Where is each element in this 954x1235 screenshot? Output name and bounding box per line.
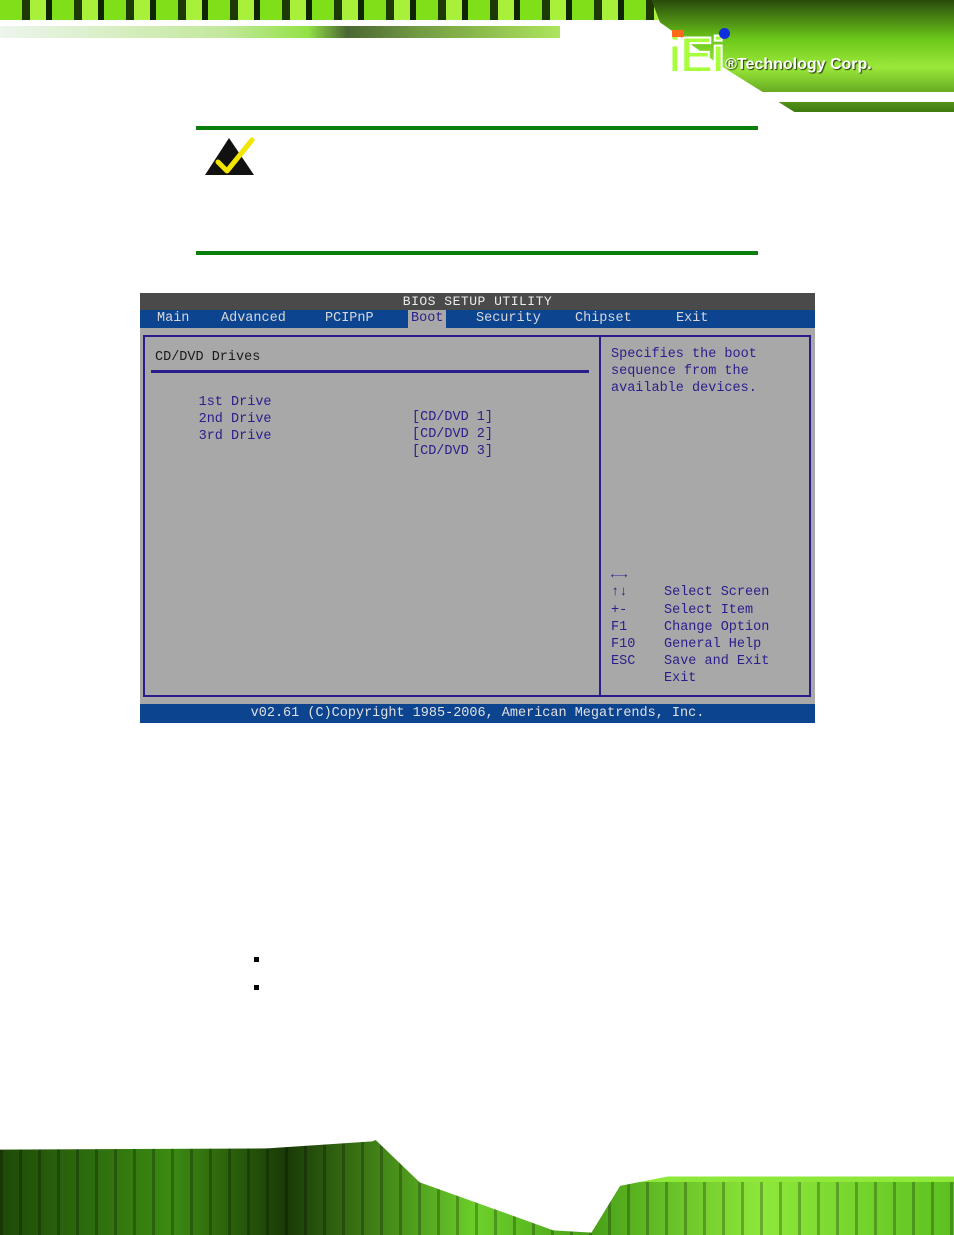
note-checkmark-icon: [205, 137, 255, 175]
bios-help-panel: Specifies the boot sequence from the ava…: [599, 335, 811, 697]
setting-row-3rd-drive[interactable]: 3rd Drive [CD/DVD 3]: [150, 414, 493, 474]
logo-text: ®Technology Corp.: [725, 56, 872, 73]
logo-orange-dot: [672, 30, 684, 37]
bullet-icon: [254, 957, 259, 962]
logo-blue-dot: [719, 28, 730, 39]
bios-settings-panel: CD/DVD Drives 1st Drive [CD/DVD 1] 2nd D…: [143, 335, 601, 697]
setting-label: 3rd Drive: [198, 429, 272, 444]
note-bottom-rule: [196, 251, 758, 255]
bios-copyright-bar: v02.61 (C)Copyright 1985-2006, American …: [140, 704, 815, 723]
setting-value[interactable]: [CD/DVD 1]: [412, 410, 493, 425]
key-legend: ←→ Select Screen ↑↓ Select Item +- Chang…: [611, 550, 801, 687]
setting-value[interactable]: [CD/DVD 2]: [412, 427, 493, 442]
tab-advanced[interactable]: Advanced: [221, 310, 286, 328]
key-legend-item: ESC Exit: [611, 654, 697, 687]
note-top-rule: [196, 126, 758, 130]
tab-boot[interactable]: Boot: [408, 310, 447, 328]
key-legend-item: +- Change Option: [611, 602, 770, 635]
circuit-board-strip: [0, 26, 560, 38]
company-logo: iEi ®Technology Corp.: [667, 26, 872, 81]
tab-chipset[interactable]: Chipset: [575, 310, 632, 328]
key-legend-item: ↑↓ Select Item: [611, 585, 754, 618]
header-banner: iEi ®Technology Corp.: [0, 0, 954, 112]
help-text: Specifies the boot sequence from the ava…: [611, 347, 757, 396]
bullet-icon: [254, 985, 259, 990]
footer-banner: [0, 1118, 954, 1235]
bios-setup-screen: BIOS SETUP UTILITY Main Advanced PCIPnP …: [140, 293, 815, 723]
key-legend-item: F1 General Help: [611, 619, 762, 652]
tab-security[interactable]: Security: [476, 310, 541, 328]
header-swoosh-right: [624, 92, 954, 102]
tab-main[interactable]: Main: [157, 310, 189, 328]
section-divider: [151, 370, 589, 373]
tab-exit[interactable]: Exit: [676, 310, 708, 328]
esc-key: ESC: [611, 654, 636, 670]
bios-menu-bar: Main Advanced PCIPnP Boot Security Chips…: [140, 310, 815, 328]
key-legend-item: F10 Save and Exit: [611, 636, 770, 670]
section-title: CD/DVD Drives: [155, 350, 261, 365]
setting-value[interactable]: [CD/DVD 3]: [412, 444, 493, 459]
logo-mark: iEi: [667, 28, 730, 81]
key-legend-item: ←→ Select Screen: [611, 568, 770, 601]
tab-pcipnp[interactable]: PCIPnP: [325, 310, 374, 328]
bios-title-bar: BIOS SETUP UTILITY: [140, 293, 815, 310]
